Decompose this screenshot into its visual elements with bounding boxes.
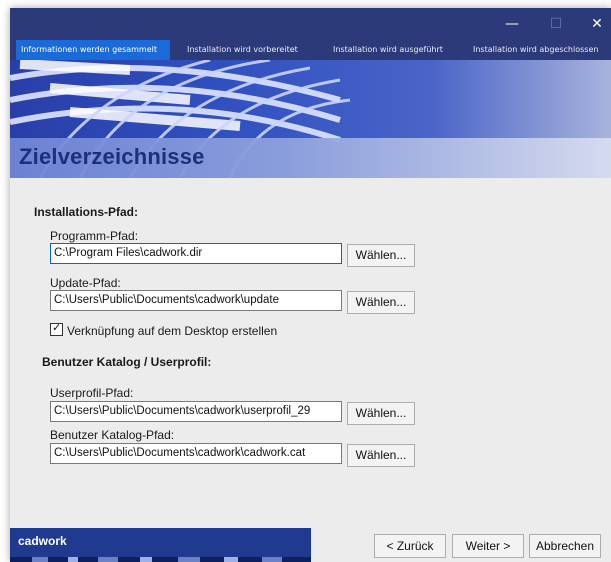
userprofile-path-input[interactable]: C:\Users\Public\Documents\cadwork\userpr… [50, 401, 342, 422]
update-path-label: Update-Pfad: [50, 276, 121, 290]
desktop-shortcut-label: Verknüpfung auf dem Desktop erstellen [67, 324, 278, 338]
minimize-button[interactable]: — [490, 8, 534, 40]
cancel-button[interactable]: Abbrechen [529, 534, 601, 558]
update-path-input[interactable]: C:\Users\Public\Documents\cadwork\update [50, 290, 342, 311]
userprofile-path-label: Userprofil-Pfad: [50, 386, 134, 400]
catalog-profile-heading: Benutzer Katalog / Userprofil: [42, 355, 212, 369]
brand-name: cadwork [18, 534, 67, 548]
update-path-browse-button[interactable]: Wählen... [347, 291, 415, 314]
page-title: Zielverzeichnisse [19, 144, 205, 169]
desktop-shortcut-option[interactable]: ✓ Verknüpfung auf dem Desktop erstellen [50, 322, 278, 338]
installer-window: — ☐ ✕ Informationen werden gesammelt Ins… [10, 8, 611, 562]
close-button[interactable]: ✕ [575, 8, 611, 40]
back-button[interactable]: < Zurück [374, 534, 446, 558]
userprofile-path-browse-button[interactable]: Wählen... [347, 402, 415, 425]
step-collecting-info: Informationen werden gesammelt [16, 40, 170, 60]
catalog-path-browse-button[interactable]: Wählen... [347, 444, 415, 467]
step-installing: Installation wird ausgeführt [333, 45, 443, 54]
catalog-path-label: Benutzer Katalog-Pfad: [50, 428, 175, 442]
step-finishing: Installation wird abgeschlossen [473, 45, 599, 54]
brand-stripe-decoration [10, 557, 311, 562]
desktop-shortcut-checkbox[interactable]: ✓ [50, 322, 63, 336]
program-path-browse-button[interactable]: Wählen... [347, 244, 415, 267]
checkmark-icon: ✓ [52, 322, 62, 334]
catalog-path-input[interactable]: C:\Users\Public\Documents\cadwork\cadwor… [50, 443, 342, 464]
step-progress-bar: Informationen werden gesammelt Installat… [10, 40, 611, 60]
next-button[interactable]: Weiter > [452, 534, 524, 558]
program-path-label: Programm-Pfad: [50, 229, 139, 243]
maximize-button[interactable]: ☐ [534, 8, 578, 40]
program-path-input[interactable]: C:\Program Files\cadwork.dir [50, 243, 342, 264]
brand-footer: cadwork [10, 528, 311, 562]
step-preparing: Installation wird vorbereitet [187, 45, 298, 54]
content-area: Installations-Pfad: Programm-Pfad: C:\Pr… [10, 178, 611, 528]
title-bar: — ☐ ✕ [10, 8, 611, 40]
installation-path-heading: Installations-Pfad: [34, 205, 139, 219]
